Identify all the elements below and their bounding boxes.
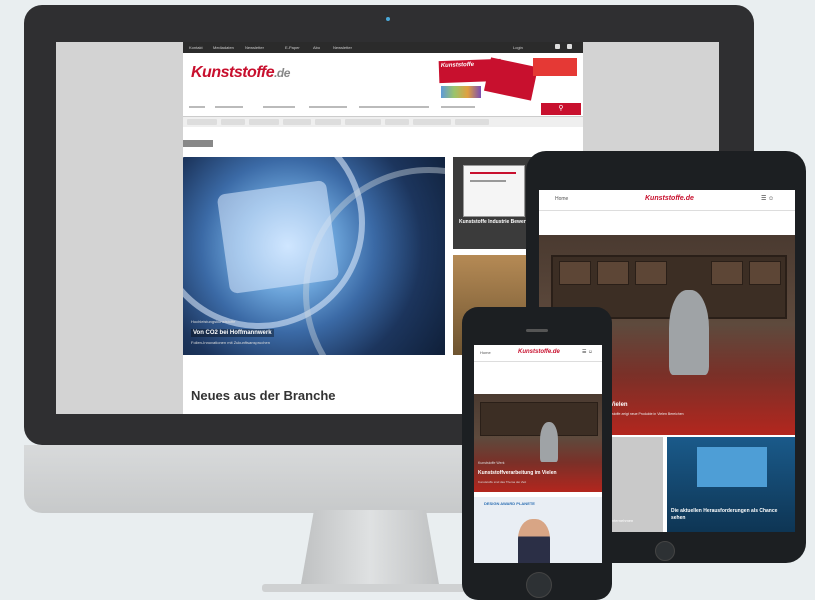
hero-subtitle: Kunststoffe sind das Thema der Zeit xyxy=(478,480,527,484)
logo-suffix: .de xyxy=(274,66,290,80)
hero-title[interactable]: Von CO2 bei Hoffmannwerk xyxy=(191,329,274,337)
nav-item[interactable] xyxy=(189,106,205,108)
hero-image-detail xyxy=(216,179,340,295)
logo-text: Kunststoffe xyxy=(191,64,275,81)
banner-swatches xyxy=(441,86,481,98)
menu-button[interactable]: Home xyxy=(555,196,568,202)
webcam-icon xyxy=(386,17,390,21)
nav-item[interactable] xyxy=(441,106,475,108)
topbar-link[interactable]: Newsletter xyxy=(333,45,352,50)
sub-nav xyxy=(183,117,583,127)
subnav-item[interactable] xyxy=(315,119,341,125)
login-link[interactable]: Login xyxy=(513,45,523,50)
cart-icon[interactable] xyxy=(555,44,560,49)
hero-kicker: Hochleistungskunststoffe xyxy=(191,319,236,324)
topbar-link[interactable]: E-Paper xyxy=(285,45,300,50)
card-image xyxy=(697,447,767,487)
hero-image-detail xyxy=(711,261,743,285)
site-topbar: Kontakt Mediadaten Newsletter E-Paper Ab… xyxy=(183,42,583,53)
nav-item[interactable] xyxy=(215,106,243,108)
hero-image-detail xyxy=(635,261,667,285)
hero-title[interactable]: Kunststoffverarbeitung im Vielen xyxy=(478,470,557,476)
subnav-item[interactable] xyxy=(385,119,409,125)
subnav-item[interactable] xyxy=(345,119,381,125)
hero-image-detail xyxy=(749,261,781,285)
home-button[interactable] xyxy=(526,572,552,598)
cart-user-icon[interactable]: ☰ ☺ xyxy=(761,195,774,202)
hero-image-detail xyxy=(540,422,558,462)
hero-image-detail xyxy=(559,261,591,285)
chart-line xyxy=(470,180,506,182)
subnav-item[interactable] xyxy=(455,119,489,125)
cart-user-icon[interactable]: ☰ ☺ xyxy=(582,349,593,355)
home-button[interactable] xyxy=(655,541,675,561)
topbar-link[interactable]: Abo xyxy=(313,45,320,50)
topbar-link[interactable]: Newsletter xyxy=(245,45,264,50)
monitor-base xyxy=(262,584,482,592)
hero-kicker: Kunststoffe Werk xyxy=(478,461,505,465)
article-card-title: Die aktuellen Herausforderungen als Chan… xyxy=(671,508,778,521)
search-button[interactable]: ⚲ xyxy=(541,103,581,115)
search-icon: ⚲ xyxy=(558,105,564,112)
subnav-item[interactable] xyxy=(413,119,451,125)
nav-item[interactable] xyxy=(263,106,295,108)
hero-subtitle: Folien-Innovationen mit Zukunftsanspruch… xyxy=(191,340,270,345)
banner-card xyxy=(533,58,577,76)
section-heading: Neues aus der Branche xyxy=(191,388,336,403)
card-label: DESIGN AWARD PLANETE xyxy=(484,501,535,506)
phone-hero-article[interactable] xyxy=(474,394,602,492)
subnav-item[interactable] xyxy=(283,119,311,125)
banner-card xyxy=(483,57,539,101)
phone-screen: Home Kunststoffe.de ☰ ☺ Kunststoffe Werk… xyxy=(474,345,602,563)
speaker-grille xyxy=(526,329,548,332)
breadcrumb[interactable] xyxy=(183,140,213,147)
topbar-link[interactable]: Mediadaten xyxy=(213,45,234,50)
main-nav: ⚲ xyxy=(183,102,583,117)
article-card-title: Unternehmen xyxy=(609,518,634,523)
user-icon[interactable] xyxy=(567,44,572,49)
article-card[interactable]: DESIGN AWARD PLANETE xyxy=(474,497,602,563)
ad-banner[interactable]: Kunststoffe xyxy=(435,56,580,106)
subnav-item[interactable] xyxy=(249,119,279,125)
banner-title: Kunststoffe xyxy=(440,61,475,70)
menu-button[interactable]: Home xyxy=(480,350,491,355)
hero-image-detail xyxy=(480,402,598,436)
site-logo[interactable]: Kunststoffe.de xyxy=(518,349,560,355)
card-image xyxy=(518,519,550,563)
tablet-header: Home Kunststoffe.de ☰ ☺ xyxy=(539,190,795,211)
phone-header: Home Kunststoffe.de ☰ ☺ xyxy=(474,345,602,362)
nav-item[interactable] xyxy=(309,106,347,108)
monitor-stand xyxy=(300,510,440,590)
hero-image-detail xyxy=(669,290,709,375)
hero-subtitle: Kunststoffe zeigt neue Produkte in Viele… xyxy=(603,412,684,416)
site-logo[interactable]: Kunststoffe.de xyxy=(191,64,290,82)
subnav-item[interactable] xyxy=(221,119,245,125)
subnav-item[interactable] xyxy=(187,119,217,125)
card-image xyxy=(463,165,525,217)
nav-item[interactable] xyxy=(359,106,429,108)
hero-article[interactable]: Hochleistungskunststoffe Von CO2 bei Hof… xyxy=(183,157,445,355)
chart-line xyxy=(470,172,516,174)
site-logo[interactable]: Kunststoffe.de xyxy=(645,195,694,202)
hero-image-detail xyxy=(597,261,629,285)
topbar-link[interactable]: Kontakt xyxy=(189,45,203,50)
